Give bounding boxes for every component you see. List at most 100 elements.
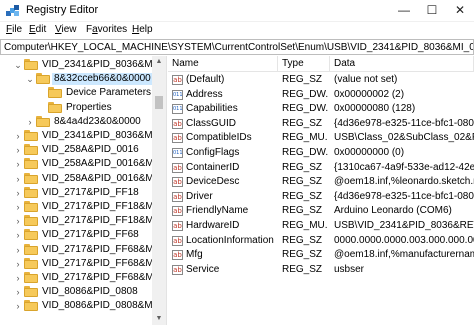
value-row[interactable]: abHardwareID REG_MU... USB\VID_2341&PID_80… (168, 219, 474, 233)
chevron-right-icon[interactable]: › (14, 286, 22, 298)
value-row[interactable]: abMfg REG_SZ @oem18.inf,%manufacturername% (168, 248, 474, 262)
value-type: REG_SZ (282, 176, 323, 188)
tree-item[interactable]: › VID_2341&PID_8036&MI_02 (0, 129, 166, 143)
value-name: LocationInformation (186, 234, 274, 246)
scroll-down-arrow-icon[interactable]: ▼ (152, 313, 166, 325)
address-path[interactable]: Computer\HKEY_LOCAL_MACHINE\SYSTEM\Curre… (4, 42, 473, 53)
chevron-right-icon[interactable]: › (14, 187, 22, 199)
value-data: 0x00000002 (2) (334, 88, 405, 100)
menu-file[interactable]: File (6, 24, 22, 35)
column-header-type[interactable]: Type (278, 56, 330, 72)
tree-item[interactable]: › VID_2717&PID_FF18&MI_01 (0, 214, 166, 228)
folder-icon (24, 300, 38, 312)
string-value-icon: ab (172, 250, 183, 261)
value-row[interactable]: ab ClassGUID REG_SZ {4d36e978-e325-11ce-bfc… (168, 117, 474, 131)
tree-scrollbar[interactable]: ▲ ▼ (152, 56, 166, 325)
chevron-right-icon[interactable]: › (14, 130, 22, 142)
menu-bar: File Edit View Favorites Help (0, 22, 474, 38)
tree-item-label: VID_2717&PID_FF68&MI_02 (42, 272, 167, 283)
tree-item[interactable]: › VID_2717&PID_FF18 (0, 186, 152, 200)
chevron-right-icon[interactable]: › (26, 116, 34, 128)
menu-edit[interactable]: Edit (29, 24, 46, 35)
address-bar[interactable]: Computer\HKEY_LOCAL_MACHINE\SYSTEM\Curre… (0, 39, 474, 55)
value-row[interactable]: 011Capabilities REG_DW... 0x00000080 (128) (168, 102, 474, 116)
chevron-right-icon[interactable]: › (14, 201, 22, 213)
title-bar: Registry Editor — ☐ ✕ (0, 0, 474, 22)
string-value-icon: ab (172, 264, 183, 275)
value-data: @oem18.inf,%manufacturername% (334, 249, 474, 261)
menu-favorites[interactable]: Favorites (86, 24, 127, 35)
value-row[interactable]: abCompatibleIDs REG_MU... USB\Class_02&Sub… (168, 131, 474, 145)
value-row[interactable]: ab FriendlyName REG_SZ Arduino Leonardo (CO… (168, 204, 474, 218)
string-value-icon: ab (172, 133, 183, 144)
chevron-right-icon[interactable]: › (14, 258, 22, 270)
chevron-right-icon[interactable]: › (14, 173, 22, 185)
value-row[interactable]: ab (Default) REG_SZ (value not set) (168, 73, 474, 87)
chevron-right-icon[interactable]: › (14, 272, 22, 284)
tree-item[interactable]: Device Parameters (0, 86, 152, 100)
string-value-icon: ab (172, 75, 183, 85)
tree-item[interactable]: ⌄ 8&32cceb66&0&0000 (0, 72, 153, 86)
value-row[interactable]: ab ContainerID REG_SZ {1310ca67-4a9f-533e-a… (168, 161, 474, 175)
tree-item-label: VID_2341&PID_8036&MI_02 (42, 130, 167, 141)
tree-item[interactable]: › VID_2717&PID_FF18&MI_00 (0, 200, 166, 214)
value-type: REG_DW... (282, 147, 328, 158)
value-data: {1310ca67-4a9f-533e-ad12-42e07e (334, 161, 474, 173)
value-row[interactable]: 011ConfigFlags REG_DW... 0x00000000 (0) (168, 146, 474, 160)
chevron-right-icon[interactable]: › (14, 229, 22, 241)
folder-icon (48, 87, 62, 99)
value-data: @oem18.inf,%leonardo.sketch.nam (334, 176, 474, 188)
chevron-down-icon[interactable]: ⌄ (14, 59, 22, 71)
value-row[interactable]: ab Service REG_SZ usbser (168, 263, 474, 277)
string-value-icon: ab (172, 191, 183, 202)
scroll-up-arrow-icon[interactable]: ▲ (152, 56, 166, 68)
tree-item-label: Properties (66, 101, 112, 113)
tree-item-label: VID_2717&PID_FF68&MI_00 (42, 243, 167, 255)
minimize-button[interactable]: — (390, 0, 418, 22)
tree-item[interactable]: › VID_258A&PID_0016 (0, 143, 152, 157)
string-value-icon: ab (172, 177, 183, 188)
tree-item[interactable]: › 8&4a4d23&0&0000 (0, 115, 152, 129)
folder-icon (24, 243, 38, 255)
chevron-right-icon[interactable]: › (14, 244, 22, 256)
chevron-down-icon[interactable]: ⌄ (26, 73, 34, 85)
column-header-data[interactable]: Data (330, 56, 474, 72)
column-header-name[interactable]: Name (168, 56, 278, 72)
chevron-right-icon[interactable]: › (14, 144, 22, 156)
string-value-icon: ab (172, 162, 183, 173)
folder-icon (24, 201, 38, 212)
scrollbar-thumb[interactable] (155, 96, 163, 109)
tree-item[interactable]: Properties (0, 101, 152, 115)
value-name: ContainerID (186, 161, 240, 173)
string-value-icon: ab (172, 235, 183, 246)
value-row[interactable]: ab DeviceDesc REG_SZ @oem18.inf,%leonardo.s… (168, 175, 474, 189)
menu-view[interactable]: View (55, 24, 77, 35)
chevron-right-icon[interactable]: › (14, 158, 22, 170)
tree-item[interactable]: › VID_258A&PID_0016&MI_00 (0, 157, 166, 171)
value-row[interactable]: ab Driver REG_SZ {4d36e978-e325-11ce-bfc1-0… (168, 190, 474, 204)
value-type: REG_DW... (282, 88, 328, 100)
maximize-button[interactable]: ☐ (418, 0, 446, 22)
tree-item[interactable]: ⌄ VID_2341&PID_8036&MI_00 (0, 58, 166, 72)
value-row[interactable]: ab LocationInformation REG_SZ 0000.0000.000… (168, 234, 474, 248)
tree-item[interactable]: › VID_8086&PID_0808&MI_00 (0, 299, 166, 313)
value-data: USB\Class_02&SubClass_02&Prot_0 (334, 132, 474, 144)
folder-icon (36, 115, 50, 127)
tree-item[interactable]: › VID_2717&PID_FF68&MI_01 (0, 257, 166, 271)
chevron-right-icon[interactable]: › (14, 300, 22, 312)
value-row[interactable]: 011Address REG_DW... 0x00000002 (2) (168, 88, 474, 102)
chevron-right-icon[interactable]: › (14, 215, 22, 227)
value-name: Mfg (186, 249, 203, 261)
tree-item[interactable]: › VID_2717&PID_FF68 (0, 228, 152, 242)
value-data: Arduino Leonardo (COM6) (334, 205, 452, 217)
tree-item[interactable]: › VID_258A&PID_0016&MI_01 (0, 172, 166, 186)
value-type: REG_SZ (282, 117, 323, 129)
tree-item[interactable]: › VID_8086&PID_0808 (0, 285, 152, 299)
folder-icon (24, 158, 38, 170)
menu-help[interactable]: Help (132, 24, 153, 35)
tree-item[interactable]: › VID_2717&PID_FF68&MI_02 (0, 271, 166, 285)
tree-item[interactable]: › VID_2717&PID_FF68&MI_00 (0, 243, 166, 257)
close-button[interactable]: ✕ (446, 0, 474, 22)
value-name: FriendlyName (186, 205, 249, 217)
